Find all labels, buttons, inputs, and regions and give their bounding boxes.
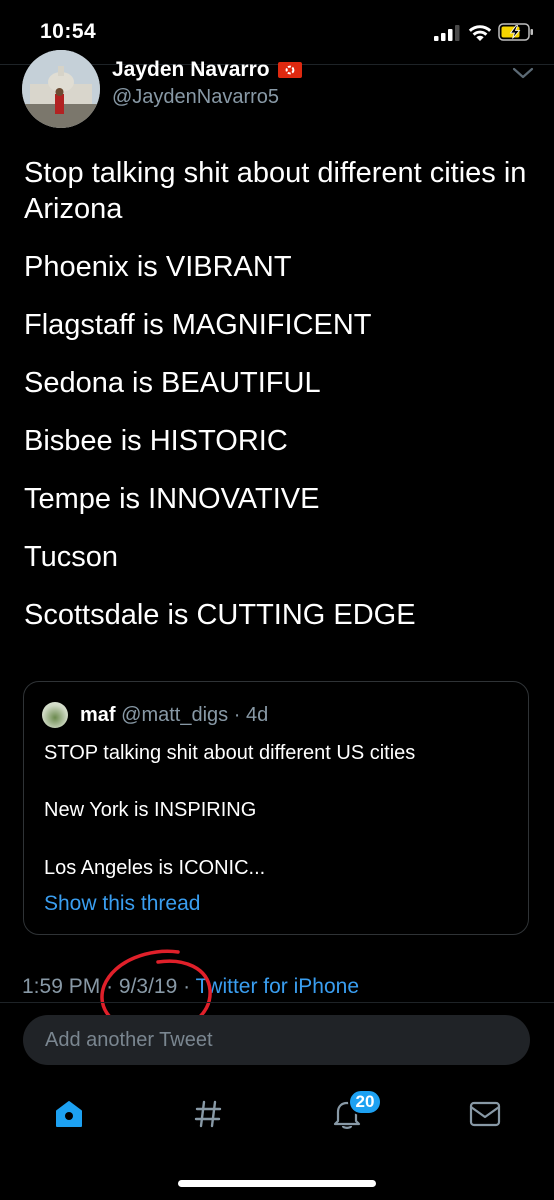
reply-divider [0,1002,554,1003]
tweet-text: Stop talking shit about different cities… [24,155,534,655]
tab-messages[interactable] [463,1092,507,1136]
tweet-line: Phoenix is VIBRANT [24,251,292,283]
quoted-tweet-line: STOP talking shit about different US cit… [44,742,416,764]
quoted-separator: · [233,704,241,726]
hashtag-icon [194,1100,222,1128]
tab-home[interactable] [47,1092,91,1136]
notifications-badge: 20 [348,1089,382,1115]
tweet-line: Bisbee is HISTORIC [24,425,288,457]
home-icon [56,1101,82,1127]
tweet-line: Tucson [24,541,119,573]
quoted-author-handle: @matt_digs [121,704,229,726]
author-name-row[interactable]: Jayden Navarro [112,58,302,82]
author-handle[interactable]: @JaydenNavarro5 [112,86,279,109]
quoted-tweet-header: maf @matt_digs · 4d [80,704,268,727]
tweet-line: Flagstaff is MAGNIFICENT [24,309,372,341]
quoted-tweet-line: New York is INSPIRING [44,799,257,821]
quoted-tweet-card[interactable]: maf @matt_digs · 4d STOP talking shit ab… [23,681,529,935]
battery-icon [498,23,533,41]
show-thread-link[interactable]: Show this thread [44,892,200,916]
quoted-author-name: maf [80,704,116,726]
envelope-icon [469,1101,501,1127]
reply-composer[interactable] [23,1015,530,1065]
chevron-down-icon[interactable] [512,66,534,80]
capitol-photo-icon [22,50,100,128]
quoted-author-avatar[interactable] [42,702,68,728]
hong-kong-flag-icon [277,62,302,78]
tweet-line: Tempe is INNOVATIVE [24,483,320,515]
add-tweet-input[interactable] [43,1027,507,1053]
quoted-tweet-line: Los Angeles is ICONIC... [44,857,266,879]
wifi-icon [468,25,492,41]
tweet-source-link[interactable]: Twitter for iPhone [196,975,359,998]
tab-explore[interactable] [186,1092,230,1136]
home-indicator [178,1180,376,1187]
tweet-time: 1:59 PM [22,975,101,998]
author-avatar[interactable] [22,50,100,128]
cellular-signal-icon [434,25,460,41]
tweet-line: Sedona is BEAUTIFUL [24,367,321,399]
status-time: 10:54 [40,20,97,43]
author-name[interactable]: Jayden Navarro [112,58,270,82]
tweet-line: Scottsdale is CUTTING EDGE [24,599,416,631]
tweet-line: Stop talking shit about different cities… [24,157,527,225]
quoted-tweet-age: 4d [245,704,269,726]
